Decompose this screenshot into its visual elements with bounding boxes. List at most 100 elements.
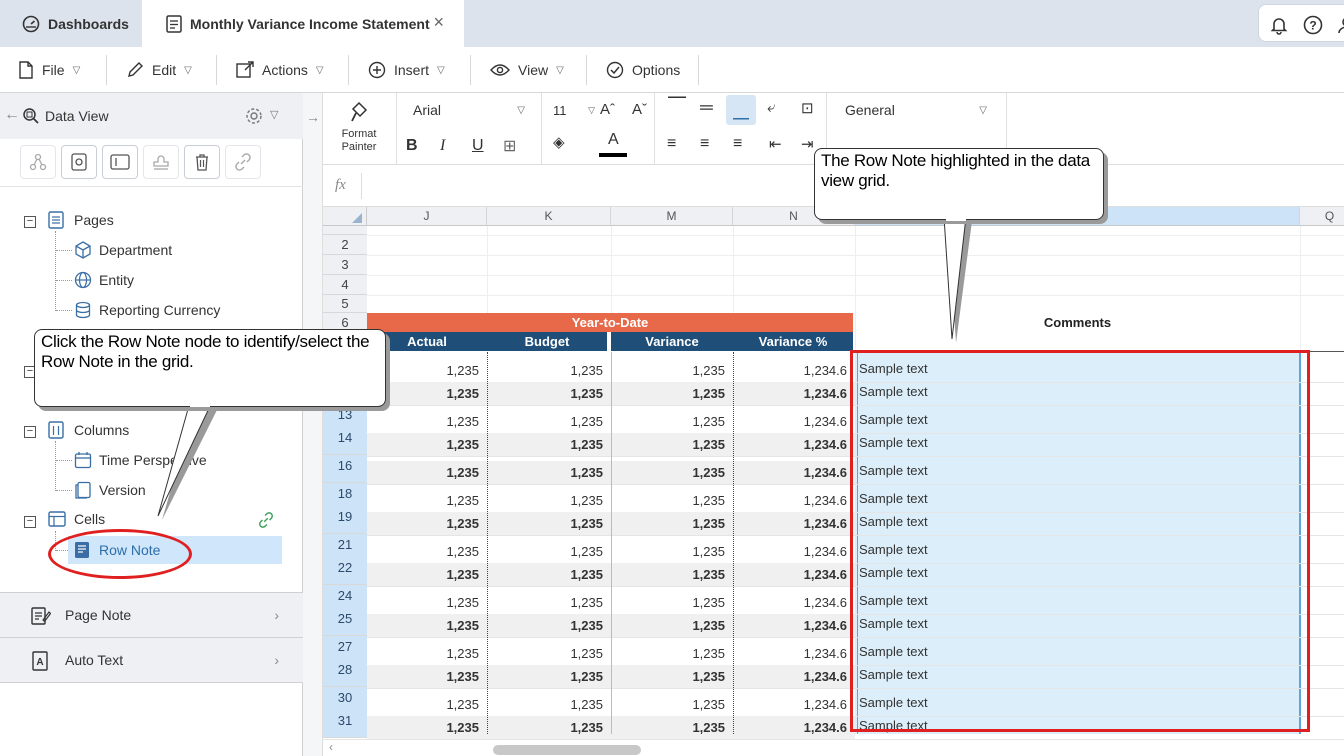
- underline-icon[interactable]: U: [472, 137, 484, 155]
- actions-menu[interactable]: Actions ▽: [236, 47, 324, 93]
- table-cell[interactable]: 1,235: [487, 363, 611, 378]
- column-header[interactable]: M: [611, 207, 733, 226]
- row-header[interactable]: 16: [323, 455, 367, 483]
- row-header[interactable]: 28: [323, 659, 367, 687]
- table-cell[interactable]: 1,235: [367, 669, 487, 684]
- row-header[interactable]: 22: [323, 557, 367, 585]
- gear-icon[interactable]: [245, 107, 263, 125]
- row-header[interactable]: 4: [323, 275, 367, 295]
- table-cell[interactable]: 1,235: [611, 544, 733, 559]
- column-header[interactable]: J: [367, 207, 487, 226]
- align-right-icon[interactable]: ≡: [733, 135, 742, 153]
- table-cell[interactable]: 1,235: [487, 493, 611, 508]
- panel-collapse-bar[interactable]: →: [303, 93, 323, 756]
- stamp-button[interactable]: [143, 145, 179, 179]
- options-menu[interactable]: Options: [606, 47, 680, 93]
- table-cell[interactable]: 1,235: [367, 697, 487, 712]
- table-cell[interactable]: 1,235: [611, 567, 733, 582]
- fill-color-icon[interactable]: ◈: [553, 133, 565, 151]
- tree-node-department[interactable]: Department: [74, 241, 172, 259]
- settings-node-button[interactable]: [61, 145, 97, 179]
- panel-button[interactable]: [102, 145, 138, 179]
- font-color-icon[interactable]: A: [608, 131, 619, 149]
- align-center-icon[interactable]: ≡: [700, 135, 709, 153]
- table-cell[interactable]: 1,235: [611, 414, 733, 429]
- table-cell[interactable]: 1,235: [611, 697, 733, 712]
- table-cell[interactable]: 1,235: [487, 386, 611, 401]
- table-cell[interactable]: 1,234.6: [733, 720, 855, 735]
- tab-dashboards[interactable]: Dashboards: [0, 0, 142, 47]
- row-header[interactable]: 2: [323, 235, 367, 255]
- table-cell[interactable]: 1,235: [611, 363, 733, 378]
- wrap-text-icon[interactable]: ⤶: [767, 99, 775, 116]
- delete-button[interactable]: [184, 145, 220, 179]
- table-cell[interactable]: 1,234.6: [733, 646, 855, 661]
- table-cell[interactable]: 1,235: [611, 618, 733, 633]
- row-header[interactable]: 3: [323, 255, 367, 275]
- table-cell[interactable]: 1,234.6: [733, 618, 855, 633]
- table-cell[interactable]: 1,235: [487, 618, 611, 633]
- back-arrow-icon[interactable]: ←: [4, 106, 20, 124]
- table-cell[interactable]: 1,234.6: [733, 465, 855, 480]
- select-all-corner[interactable]: [323, 207, 367, 226]
- table-cell[interactable]: 1,235: [367, 493, 487, 508]
- table-cell[interactable]: 1,235: [487, 465, 611, 480]
- italic-icon[interactable]: I: [440, 137, 445, 155]
- table-cell[interactable]: 1,235: [487, 697, 611, 712]
- table-cell[interactable]: 1,235: [611, 595, 733, 610]
- scroll-left-icon[interactable]: ‹: [329, 740, 333, 754]
- tree-node-columns[interactable]: Columns: [48, 421, 129, 439]
- borders-icon[interactable]: ⊞: [503, 136, 516, 156]
- table-cell[interactable]: 1,235: [487, 595, 611, 610]
- table-cell[interactable]: 1,234.6: [733, 697, 855, 712]
- table-cell[interactable]: 1,235: [367, 567, 487, 582]
- tree-node-reporting-currency[interactable]: Reporting Currency: [74, 301, 220, 319]
- table-cell[interactable]: 1,235: [487, 516, 611, 531]
- table-cell[interactable]: 1,234.6: [733, 493, 855, 508]
- table-cell[interactable]: 1,235: [611, 516, 733, 531]
- tree-node-entity[interactable]: Entity: [74, 271, 134, 289]
- file-menu[interactable]: File ▽: [18, 47, 80, 93]
- bell-icon[interactable]: [1269, 15, 1289, 35]
- table-cell[interactable]: 1,235: [611, 669, 733, 684]
- table-cell[interactable]: 1,234.6: [733, 669, 855, 684]
- table-cell[interactable]: 1,235: [611, 646, 733, 661]
- table-cell[interactable]: 1,235: [367, 516, 487, 531]
- table-cell[interactable]: 1,235: [367, 646, 487, 661]
- align-left-icon[interactable]: ≡: [667, 135, 676, 153]
- row-header[interactable]: 19: [323, 506, 367, 534]
- font-size-select[interactable]: 11 ▽: [553, 98, 595, 122]
- table-cell[interactable]: 1,235: [611, 493, 733, 508]
- table-cell[interactable]: 1,235: [487, 669, 611, 684]
- row-header[interactable]: 5: [323, 295, 367, 313]
- align-top-icon[interactable]: ⎺: [668, 95, 686, 116]
- table-cell[interactable]: 1,235: [487, 414, 611, 429]
- table-cell[interactable]: 1,235: [611, 720, 733, 735]
- table-cell[interactable]: 1,234.6: [733, 567, 855, 582]
- scrollbar-thumb[interactable]: [493, 745, 641, 755]
- collapse-cells-toggle[interactable]: −: [24, 516, 36, 528]
- chevron-down-icon[interactable]: ▽: [270, 108, 278, 121]
- table-cell[interactable]: 1,235: [487, 437, 611, 452]
- expand-arrow-icon[interactable]: →: [306, 109, 320, 125]
- table-cell[interactable]: 1,234.6: [733, 595, 855, 610]
- table-cell[interactable]: 1,234.6: [733, 363, 855, 378]
- table-cell[interactable]: 1,235: [367, 414, 487, 429]
- horizontal-scrollbar[interactable]: ‹: [323, 739, 1344, 756]
- auto-text-section[interactable]: A Auto Text ›: [0, 637, 303, 682]
- row-header[interactable]: [323, 226, 367, 235]
- table-cell[interactable]: 1,234.6: [733, 386, 855, 401]
- view-menu[interactable]: View ▽: [490, 47, 564, 93]
- table-cell[interactable]: 1,235: [367, 465, 487, 480]
- table-cell[interactable]: 1,234.6: [733, 544, 855, 559]
- align-bottom-button[interactable]: ⎽: [726, 95, 756, 125]
- edit-menu[interactable]: Edit ▽: [126, 47, 192, 93]
- table-cell[interactable]: 1,234.6: [733, 437, 855, 452]
- table-cell[interactable]: 1,235: [611, 465, 733, 480]
- indent-icon[interactable]: ⇥: [801, 135, 814, 153]
- table-cell[interactable]: 1,234.6: [733, 414, 855, 429]
- close-tab-icon[interactable]: ×: [433, 12, 444, 33]
- row-header[interactable]: 31: [323, 710, 367, 738]
- tree-node-cells[interactable]: Cells: [48, 511, 105, 527]
- hierarchy-button[interactable]: [20, 145, 56, 179]
